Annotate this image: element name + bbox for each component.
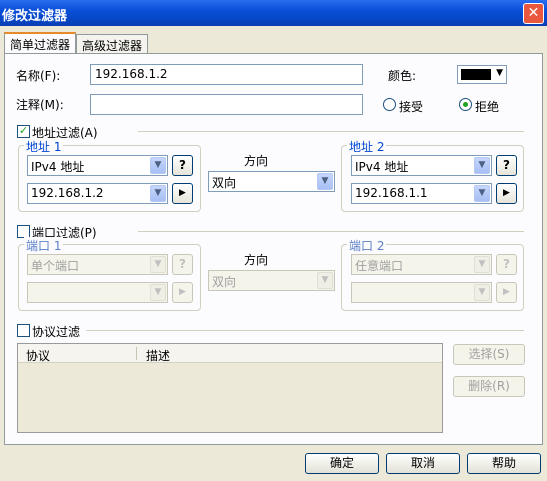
address-2-value-select[interactable]: 192.168.1.1 ▼ [351, 183, 492, 204]
address-2-type-select[interactable]: IPv4 地址 ▼ [351, 155, 492, 176]
color-label: 颜色: [388, 69, 417, 83]
address-2-arrow-button[interactable]: ▶ [496, 183, 517, 204]
port-2-type-value: 任意端口 [355, 259, 404, 273]
title-bar: 修改过滤器 ✕ [0, 0, 547, 26]
play-arrow-icon: ▶ [179, 188, 186, 198]
play-arrow-icon: ▶ [503, 287, 510, 297]
address-1-arrow-button[interactable]: ▶ [172, 183, 193, 204]
divider [86, 330, 524, 331]
protocol-filter-label: 协议过滤 [32, 325, 81, 339]
address-filter-checkbox[interactable]: ✓ [17, 125, 30, 138]
tab-advanced-filter[interactable]: 高级过滤器 [76, 34, 149, 53]
chevron-down-icon: ▼ [317, 272, 333, 289]
column-description[interactable]: 描述 [146, 347, 170, 364]
address-2-value: 192.168.1.1 [355, 186, 428, 200]
column-separator[interactable] [136, 347, 137, 360]
color-picker[interactable]: ▼ [457, 65, 507, 84]
question-icon: ? [503, 158, 510, 172]
reject-label: 拒绝 [475, 100, 500, 114]
window-title: 修改过滤器 [2, 9, 68, 24]
port-1-title: 端口 1 [24, 237, 64, 254]
protocol-list[interactable]: 协议 描述 [17, 343, 443, 433]
protocol-filter-checkbox[interactable] [17, 324, 30, 337]
address-direction-label: 方向 [244, 154, 269, 168]
chevron-down-icon: ▼ [150, 284, 166, 301]
chevron-down-icon: ▼ [150, 157, 166, 174]
name-input[interactable]: 192.168.1.2 [90, 64, 363, 85]
address-direction-select[interactable]: 双向 ▼ [208, 171, 335, 192]
port-1-arrow-button[interactable]: ▶ [172, 282, 193, 303]
port-direction-label: 方向 [244, 253, 269, 267]
port-direction-value: 双向 [212, 275, 237, 289]
address-1-value: 192.168.1.2 [31, 186, 104, 200]
port-1-type-select[interactable]: 单个端口 ▼ [27, 254, 168, 275]
close-icon: ✕ [527, 5, 540, 21]
radio-dot [463, 102, 468, 107]
delete-button[interactable]: 删除(R) [453, 376, 525, 397]
address-2-type-value: IPv4 地址 [355, 160, 409, 174]
select-button[interactable]: 选择(S) [453, 344, 525, 365]
accept-label: 接受 [399, 100, 424, 114]
address-direction-value: 双向 [212, 176, 237, 190]
check-icon: ✓ [18, 124, 29, 137]
note-input[interactable] [90, 94, 363, 115]
port-2-arrow-button[interactable]: ▶ [496, 282, 517, 303]
address-2-help-button[interactable]: ? [496, 155, 517, 176]
address-1-type-select[interactable]: IPv4 地址 ▼ [27, 155, 168, 176]
port-2-value-select[interactable]: ▼ [351, 282, 492, 303]
divider [138, 131, 524, 132]
address-1-title: 地址 1 [24, 138, 64, 155]
tab-simple-filter[interactable]: 简单过滤器 [4, 32, 77, 54]
chevron-down-icon: ▼ [496, 68, 503, 78]
reject-radio[interactable] [459, 98, 472, 111]
chevron-down-icon: ▼ [474, 284, 490, 301]
question-icon: ? [179, 257, 186, 271]
cancel-button[interactable]: 取消 [386, 453, 460, 474]
name-label: 名称(F): [16, 69, 61, 83]
port-2-type-select[interactable]: 任意端口 ▼ [351, 254, 492, 275]
question-icon: ? [179, 158, 186, 172]
chevron-down-icon: ▼ [474, 256, 490, 273]
chevron-down-icon: ▼ [474, 185, 490, 202]
play-arrow-icon: ▶ [503, 188, 510, 198]
chevron-down-icon: ▼ [150, 185, 166, 202]
note-label: 注释(M): [16, 98, 64, 112]
divider [138, 231, 524, 232]
color-swatch [461, 69, 491, 80]
address-1-help-button[interactable]: ? [172, 155, 193, 176]
ok-button[interactable]: 确定 [305, 453, 379, 474]
chevron-down-icon: ▼ [317, 173, 333, 190]
accept-radio[interactable] [383, 98, 396, 111]
address-2-title: 地址 2 [347, 138, 387, 155]
chevron-down-icon: ▼ [474, 157, 490, 174]
port-2-help-button[interactable]: ? [496, 254, 517, 275]
port-2-title: 端口 2 [347, 237, 387, 254]
address-1-type-value: IPv4 地址 [31, 160, 85, 174]
chevron-down-icon: ▼ [150, 256, 166, 273]
close-button[interactable]: ✕ [523, 3, 544, 24]
port-1-value-select[interactable]: ▼ [27, 282, 168, 303]
help-button[interactable]: 帮助 [467, 453, 541, 474]
address-1-value-select[interactable]: 192.168.1.2 ▼ [27, 183, 168, 204]
protocol-list-header: 协议 描述 [18, 344, 442, 363]
port-1-type-value: 单个端口 [31, 259, 80, 273]
question-icon: ? [503, 257, 510, 271]
port-1-help-button[interactable]: ? [172, 254, 193, 275]
play-arrow-icon: ▶ [179, 287, 186, 297]
column-protocol[interactable]: 协议 [26, 347, 50, 364]
port-direction-select[interactable]: 双向 ▼ [208, 270, 335, 291]
